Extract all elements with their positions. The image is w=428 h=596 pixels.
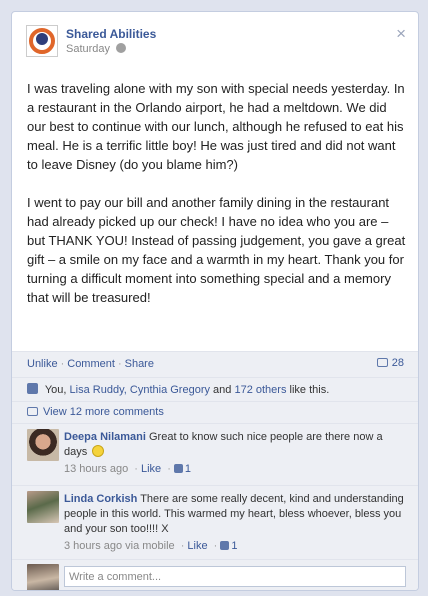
write-comment-row	[12, 559, 418, 590]
close-icon[interactable]: ×	[396, 25, 406, 42]
comment-like-link[interactable]: Like	[187, 540, 207, 552]
comment-count-value: 28	[391, 357, 404, 369]
avatar[interactable]	[27, 429, 59, 461]
thumbs-up-icon	[173, 464, 183, 473]
shared-abilities-logo-icon	[29, 28, 55, 54]
comment-like-count[interactable]: 1	[185, 463, 191, 475]
separator: ·	[180, 540, 185, 552]
separator: ·	[134, 463, 138, 475]
comment-bubble-icon	[376, 358, 388, 367]
thumbs-up-icon	[220, 541, 230, 550]
separator: ·	[117, 358, 122, 370]
separator: ·	[213, 540, 218, 552]
separator: ·	[167, 463, 171, 475]
share-link[interactable]: Share	[125, 358, 154, 370]
comment-input[interactable]	[64, 566, 406, 587]
avatar	[27, 564, 59, 590]
post-actions: Unlike · Comment · Share 28	[12, 351, 418, 379]
likes-and: and	[213, 384, 232, 396]
comment-meta: 3 hours ago via mobile · Like · 1	[64, 539, 406, 554]
liker-link[interactable]: Lisa Ruddy,	[70, 384, 127, 396]
comment-item: Deepa Nilamani Great to know such nice p…	[12, 423, 418, 485]
view-more-comments[interactable]: View 12 more comments	[12, 401, 418, 423]
others-link[interactable]: 172 others	[234, 384, 286, 396]
comments-icon	[27, 407, 38, 416]
comment-time[interactable]: 13 hours ago	[64, 463, 128, 475]
avatar[interactable]	[27, 491, 59, 523]
comment-item: Linda Corkish There are some really dece…	[12, 485, 418, 559]
commenter-name[interactable]: Deepa Nilamani	[64, 431, 146, 443]
smiley-icon	[92, 445, 105, 457]
likes-summary: You, Lisa Ruddy, Cynthia Gregory and 172…	[12, 377, 418, 401]
post-timestamp[interactable]: Saturday	[66, 43, 127, 55]
unlike-link[interactable]: Unlike	[27, 358, 58, 370]
page-name[interactable]: Shared Abilities	[66, 27, 156, 41]
comment-like-link[interactable]: Like	[141, 463, 161, 475]
separator: ·	[60, 358, 65, 370]
comment-count[interactable]: 28	[376, 357, 404, 369]
post-time[interactable]: Saturday	[66, 43, 110, 55]
post-card: Shared Abilities Saturday × I was travel…	[11, 11, 419, 591]
post-message: I was traveling alone with my son with s…	[27, 81, 406, 305]
commenter-name[interactable]: Linda Corkish	[64, 493, 137, 505]
comment-link[interactable]: Comment	[67, 358, 115, 370]
comment-time[interactable]: 3 hours ago via mobile	[64, 540, 175, 552]
liker-link[interactable]: Cynthia Gregory	[130, 384, 210, 396]
page-logo[interactable]	[26, 25, 58, 57]
likes-suffix: like this.	[289, 384, 330, 396]
view-more-comments-link[interactable]: View 12 more comments	[43, 406, 164, 418]
comment-meta: 13 hours ago · Like · 1	[64, 462, 406, 477]
likes-prefix: You,	[44, 384, 67, 396]
comment-like-count[interactable]: 1	[231, 540, 237, 552]
post-header: Shared Abilities Saturday ×	[26, 25, 406, 61]
thumbs-up-icon	[27, 383, 38, 394]
globe-icon	[116, 43, 127, 53]
